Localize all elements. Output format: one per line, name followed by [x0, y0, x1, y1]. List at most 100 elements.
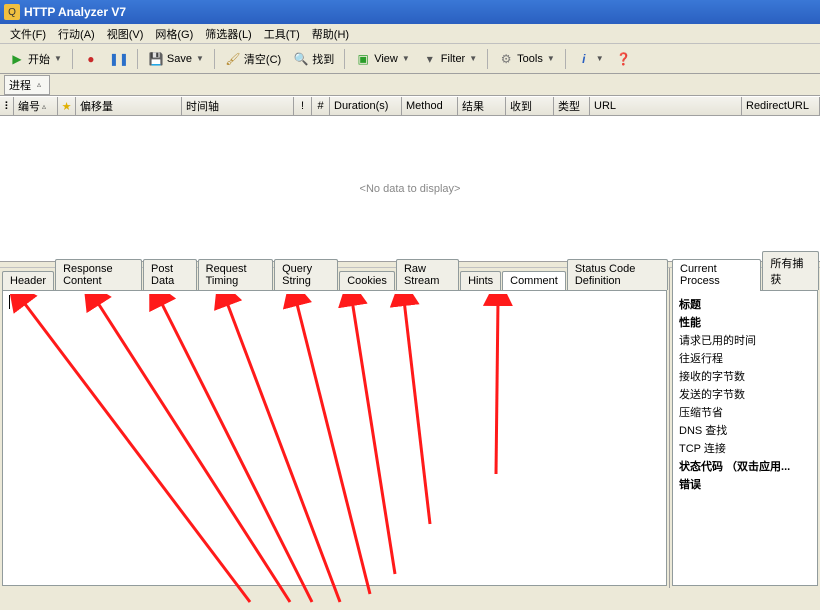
side-row-bytes-sent: 发送的字节数 [679, 385, 811, 403]
col-toggle[interactable]: ⠇ [0, 97, 14, 115]
menu-help[interactable]: 帮助(H) [306, 24, 355, 44]
tab-response-content[interactable]: Response Content [55, 259, 142, 290]
col-duration[interactable]: Duration(s) [330, 97, 402, 115]
tab-post-data[interactable]: Post Data [143, 259, 197, 290]
col-method[interactable]: Method [402, 97, 458, 115]
process-selector[interactable]: 进程 ▵ [4, 75, 50, 95]
side-row-compression: 压缩节省 [679, 403, 811, 421]
col-num[interactable]: 编号▵ [14, 97, 58, 115]
dropdown-icon: ▼ [547, 54, 555, 63]
text-cursor [9, 295, 10, 309]
side-row-tcp: TCP 连接 [679, 439, 811, 457]
side-pane: Current Process 所有捕获 标题 性能 请求已用的时间 往返行程 … [670, 268, 820, 588]
lower-panes: Header Response Content Post Data Reques… [0, 268, 820, 588]
stop-icon: ● [83, 51, 99, 67]
col-received[interactable]: 收到 [506, 97, 554, 115]
view-label: View [374, 53, 398, 65]
menu-file[interactable]: 文件(F) [4, 24, 52, 44]
side-row-status-code: 状态代码 （双击应用... [679, 457, 811, 475]
help-button[interactable]: ❓ [611, 48, 637, 70]
grid-header: ⠇ 编号▵ ★ 偏移量 时间轴 ! # Duration(s) Method 结… [0, 96, 820, 116]
gear-icon: ⚙ [498, 51, 514, 67]
window-title: HTTP Analyzer V7 [24, 5, 126, 19]
tab-current-process[interactable]: Current Process [672, 259, 761, 291]
clear-button[interactable]: 🖌 清空(C) [220, 48, 286, 70]
col-redirect[interactable]: RedirectURL [742, 97, 820, 115]
process-label: 进程 [9, 77, 31, 93]
tools-button[interactable]: ⚙ Tools ▼ [493, 48, 560, 70]
detail-tabs: Header Response Content Post Data Reques… [0, 268, 669, 290]
side-row-request-time: 请求已用的时间 [679, 331, 811, 349]
filter-label: Filter [441, 53, 465, 65]
tab-status-code-definition[interactable]: Status Code Definition [567, 259, 668, 290]
col-timeline[interactable]: 时间轴 [182, 97, 294, 115]
tab-cookies[interactable]: Cookies [339, 271, 395, 290]
menu-view[interactable]: 视图(V) [101, 24, 150, 44]
col-url[interactable]: URL [590, 97, 742, 115]
pause-icon: ❚❚ [111, 51, 127, 67]
menu-action[interactable]: 行动(A) [52, 24, 101, 44]
menubar: 文件(F) 行动(A) 视图(V) 网格(G) 筛选器(L) 工具(T) 帮助(… [0, 24, 820, 44]
separator [72, 49, 73, 69]
menu-tools[interactable]: 工具(T) [258, 24, 306, 44]
sort-icon: ▵ [42, 102, 46, 111]
col-hash[interactable]: # [312, 97, 330, 115]
col-offset[interactable]: 偏移量 [76, 97, 182, 115]
dropdown-icon: ▼ [196, 54, 204, 63]
side-body: 标题 性能 请求已用的时间 往返行程 接收的字节数 发送的字节数 压缩节省 DN… [672, 290, 818, 586]
side-tabs: Current Process 所有捕获 [670, 268, 820, 290]
grid-body: <No data to display> [0, 116, 820, 262]
side-row-bytes-received: 接收的字节数 [679, 367, 811, 385]
menu-filter[interactable]: 筛选器(L) [199, 24, 257, 44]
col-bang[interactable]: ! [294, 97, 312, 115]
detail-body[interactable] [2, 290, 667, 586]
col-star[interactable]: ★ [58, 97, 76, 115]
menu-grid[interactable]: 网格(G) [149, 24, 199, 44]
pause-button[interactable]: ❚❚ [106, 48, 132, 70]
separator [487, 49, 488, 69]
tab-hints[interactable]: Hints [460, 271, 501, 290]
stop-button[interactable]: ● [78, 48, 104, 70]
dropdown-icon: ▼ [402, 54, 410, 63]
find-button[interactable]: 🔍 找到 [288, 48, 339, 70]
toolbar: ▶ 开始 ▼ ● ❚❚ 💾 Save ▼ 🖌 清空(C) 🔍 找到 ▣ View… [0, 44, 820, 74]
view-icon: ▣ [355, 51, 371, 67]
dropdown-icon: ▼ [54, 54, 62, 63]
start-label: 开始 [28, 51, 50, 67]
tools-label: Tools [517, 53, 543, 65]
tab-header[interactable]: Header [2, 271, 54, 290]
brush-icon: 🖌 [225, 51, 241, 67]
separator [214, 49, 215, 69]
process-bar: 进程 ▵ [0, 74, 820, 96]
tab-raw-stream[interactable]: Raw Stream [396, 259, 459, 290]
filter-icon: ▾ [422, 51, 438, 67]
app-icon: Q [4, 4, 20, 20]
save-button[interactable]: 💾 Save ▼ [143, 48, 209, 70]
tab-request-timing[interactable]: Request Timing [198, 259, 274, 290]
side-row-performance: 性能 [679, 313, 811, 331]
search-icon: 🔍 [293, 51, 309, 67]
dropdown-icon: ▼ [469, 54, 477, 63]
col-result[interactable]: 结果 [458, 97, 506, 115]
grid-empty-text: <No data to display> [360, 183, 461, 195]
info-icon: i [576, 51, 592, 67]
tab-all-captures[interactable]: 所有捕获 [762, 251, 819, 290]
separator [344, 49, 345, 69]
filter-button[interactable]: ▾ Filter ▼ [417, 48, 482, 70]
side-row-dns: DNS 查找 [679, 421, 811, 439]
find-label: 找到 [312, 51, 334, 67]
start-button[interactable]: ▶ 开始 ▼ [4, 48, 67, 70]
col-type[interactable]: 类型 [554, 97, 590, 115]
dropdown-icon: ▵ [37, 80, 41, 89]
tab-comment[interactable]: Comment [502, 271, 566, 291]
dropdown-icon: ▼ [596, 54, 604, 63]
side-row-roundtrip: 往返行程 [679, 349, 811, 367]
separator [565, 49, 566, 69]
side-row-error: 错误 [679, 475, 811, 493]
tab-query-string[interactable]: Query String [274, 259, 338, 290]
view-button[interactable]: ▣ View ▼ [350, 48, 415, 70]
save-label: Save [167, 53, 192, 65]
info-button[interactable]: i ▼ [571, 48, 609, 70]
detail-pane: Header Response Content Post Data Reques… [0, 268, 670, 588]
save-icon: 💾 [148, 51, 164, 67]
